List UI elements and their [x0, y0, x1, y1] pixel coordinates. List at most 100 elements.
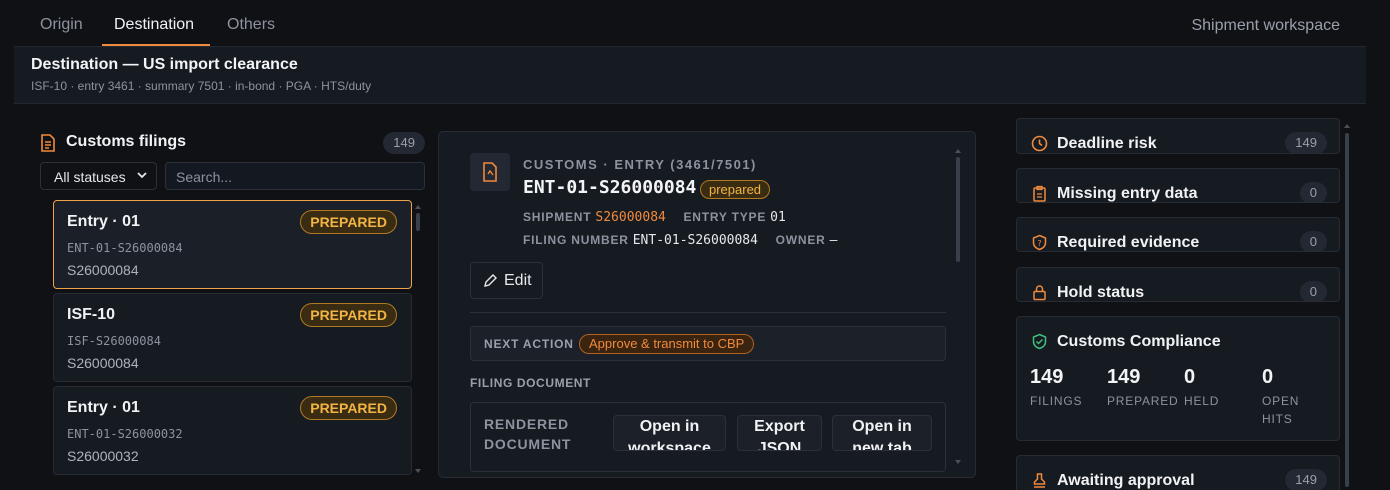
- tab-destination[interactable]: Destination: [114, 16, 194, 34]
- page-title: Destination — US import clearance: [31, 56, 298, 73]
- file-icon: [470, 153, 510, 191]
- missing-entry-card[interactable]: Missing entry data 0: [1016, 168, 1340, 203]
- document-icon: [40, 134, 56, 157]
- awaiting-approval-card[interactable]: Awaiting approval 149: [1016, 455, 1340, 490]
- stat-prepared-value: 149: [1107, 366, 1141, 388]
- rendered-document-label: RENDERED DOCUMENT: [484, 414, 584, 454]
- filing-ref: ENT-01-S26000032: [67, 427, 183, 441]
- shipment-label: SHIPMENT: [523, 210, 592, 224]
- button-line: Open in: [852, 418, 912, 435]
- clock-icon: [1031, 135, 1048, 153]
- edit-button[interactable]: Edit: [470, 262, 543, 299]
- svg-text:?: ?: [1037, 239, 1041, 248]
- filing-detail-panel: CUSTOMS · ENTRY (3461/7501) ENT-01-S2600…: [438, 131, 976, 478]
- stat-held-label: HELD: [1184, 394, 1220, 408]
- filing-number-label: FILING NUMBER: [523, 233, 629, 247]
- pencil-icon: [483, 273, 498, 293]
- entry-id: ENT-01-S26000084: [523, 177, 697, 198]
- chevron-down-icon: [136, 168, 148, 184]
- filing-shipment: S26000032: [67, 448, 139, 464]
- meta-row-filing: FILING NUMBER ENT-01-S26000084 OWNER —: [523, 232, 851, 248]
- entry-type-label: ENTRY TYPE: [683, 210, 767, 224]
- stat-open-hits-label: OPEN HITS: [1262, 392, 1299, 428]
- button-line: new tab: [852, 440, 912, 451]
- required-evidence-count: 0: [1299, 231, 1327, 251]
- filing-ref: ISF-S26000084: [67, 334, 161, 348]
- stat-prepared-label: PREPARED: [1107, 394, 1179, 408]
- required-evidence-title: Required evidence: [1057, 234, 1200, 251]
- filing-title: ISF-10: [67, 306, 116, 323]
- rendered-label-line: DOCUMENT: [484, 436, 572, 452]
- status-badge: prepared: [700, 180, 771, 199]
- missing-entry-title: Missing entry data: [1057, 185, 1198, 202]
- stat-label-line: HITS: [1262, 412, 1293, 426]
- filing-title: Entry · 01: [67, 399, 140, 416]
- stat-held-value: 0: [1184, 366, 1196, 388]
- deadline-risk-title: Deadline risk: [1057, 135, 1157, 152]
- filing-shipment: S26000084: [67, 262, 139, 278]
- page-subtitle: ISF-10 · entry 3461 · summary 7501 · in-…: [31, 79, 372, 93]
- tab-others[interactable]: Others: [227, 16, 275, 34]
- next-action-pill[interactable]: Approve & transmit to CBP: [579, 334, 755, 354]
- stat-label-line: OPEN: [1262, 394, 1300, 408]
- hold-status-card[interactable]: Hold status 0: [1016, 267, 1340, 302]
- filings-header: Customs filings 149: [40, 132, 425, 154]
- missing-entry-count: 0: [1299, 182, 1327, 202]
- hold-status-count: 0: [1299, 281, 1327, 301]
- shield-check-icon: [1031, 333, 1048, 355]
- right-scrollbar[interactable]: [1343, 122, 1351, 487]
- open-in-new-tab-button[interactable]: Open in new tab: [832, 415, 932, 451]
- open-in-workspace-button[interactable]: Open in workspace: [613, 415, 726, 451]
- status-badge: PREPARED: [300, 396, 397, 420]
- required-evidence-card[interactable]: ? Required evidence 0: [1016, 217, 1340, 252]
- filing-shipment: S26000084: [67, 355, 139, 371]
- awaiting-approval-count: 149: [1285, 469, 1327, 490]
- compliance-title: Customs Compliance: [1057, 333, 1221, 350]
- status-badge: PREPARED: [300, 303, 397, 327]
- active-tab-indicator: [102, 44, 210, 46]
- detail-kicker: CUSTOMS · ENTRY (3461/7501): [523, 157, 757, 172]
- shipment-value[interactable]: S26000084: [595, 210, 665, 225]
- filing-ref: ENT-01-S26000084: [67, 241, 183, 255]
- stamp-icon: [1031, 472, 1048, 490]
- deadline-risk-count: 149: [1285, 132, 1327, 153]
- list-item[interactable]: Entry · 01 PREPARED ENT-01-S26000084 S26…: [53, 200, 412, 289]
- status-filter-value: All statuses: [54, 169, 126, 185]
- stat-filings-label: FILINGS: [1030, 394, 1083, 408]
- tab-origin[interactable]: Origin: [40, 16, 83, 34]
- deadline-risk-card[interactable]: Deadline risk 149: [1016, 118, 1340, 154]
- list-item[interactable]: Entry · 01 PREPARED ENT-01-S26000032 S26…: [53, 386, 412, 475]
- customs-compliance-card: Customs Compliance 149 FILINGS 149 PREPA…: [1016, 316, 1340, 441]
- filing-document-label: FILING DOCUMENT: [470, 376, 591, 390]
- stat-filings-value: 149: [1030, 366, 1064, 388]
- entry-type-value: 01: [770, 210, 786, 225]
- stat-open-hits-value: 0: [1262, 366, 1274, 388]
- filings-count: 149: [383, 132, 425, 154]
- divider: [470, 312, 946, 313]
- rendered-document-box: RENDERED DOCUMENT Open in workspace Expo…: [470, 402, 946, 472]
- page-header: Destination — US import clearance ISF-10…: [14, 47, 1366, 104]
- rendered-label-line: RENDERED: [484, 416, 569, 432]
- shield-question-icon: ?: [1031, 234, 1048, 251]
- filings-list: Entry · 01 PREPARED ENT-01-S26000084 S26…: [53, 200, 413, 480]
- button-line: JSON: [757, 440, 802, 451]
- button-line: Export: [754, 418, 805, 435]
- status-badge: PREPARED: [300, 210, 397, 234]
- tab-bar: Origin Destination Others Shipment works…: [14, 0, 1366, 47]
- owner-label: OWNER: [775, 233, 826, 247]
- edit-label: Edit: [504, 272, 532, 289]
- awaiting-approval-title: Awaiting approval: [1057, 472, 1195, 489]
- button-line: Open in: [639, 418, 700, 435]
- owner-value: —: [829, 233, 838, 248]
- list-item[interactable]: ISF-10 PREPARED ISF-S26000084 S26000084: [53, 293, 412, 382]
- filing-title: Entry · 01: [67, 213, 140, 230]
- detail-scrollbar[interactable]: [954, 147, 962, 467]
- shipment-workspace-link[interactable]: Shipment workspace: [1191, 17, 1340, 35]
- filings-scrollbar[interactable]: [413, 203, 423, 475]
- button-line: workspace: [628, 440, 711, 451]
- status-filter-select[interactable]: All statuses: [40, 162, 157, 190]
- export-json-button[interactable]: Export JSON: [737, 415, 822, 451]
- next-action-bar: NEXT ACTION Approve & transmit to CBP: [470, 326, 946, 361]
- search-input[interactable]: Search...: [165, 162, 425, 190]
- meta-row-shipment: SHIPMENT S26000084 ENTRY TYPE 01: [523, 209, 800, 225]
